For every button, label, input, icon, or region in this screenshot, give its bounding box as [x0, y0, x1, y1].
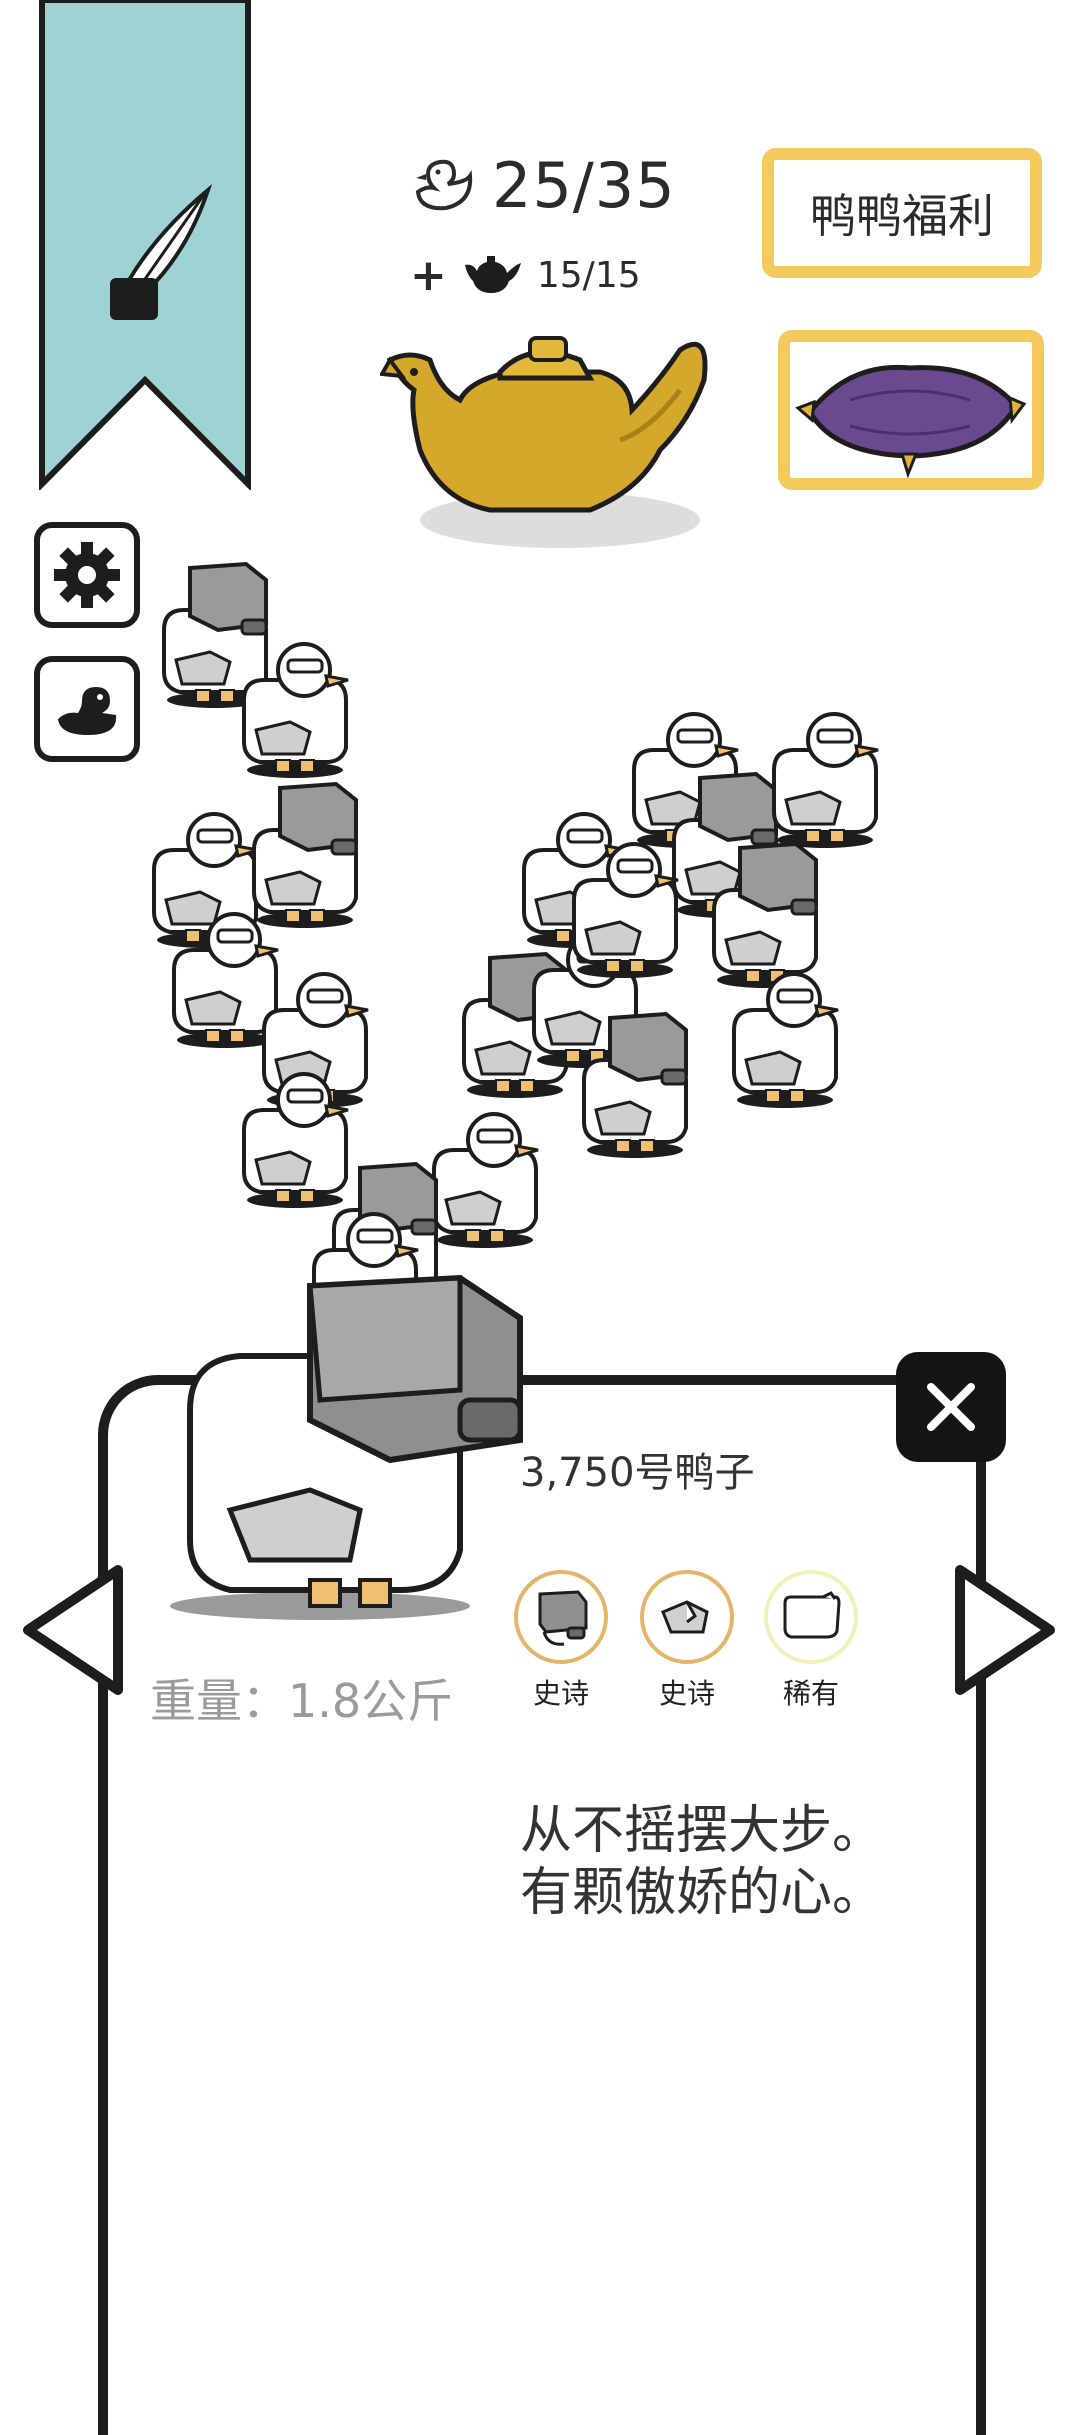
golden-duck-teapot[interactable] [380, 320, 720, 560]
description-line-1: 从不摇摆大步。 [520, 1801, 885, 1861]
close-icon [927, 1383, 975, 1431]
flock-duck[interactable] [720, 960, 850, 1110]
gear-icon [54, 542, 120, 608]
flock-duck[interactable] [570, 1010, 700, 1160]
flock-duck[interactable] [230, 630, 360, 780]
next-duck-button[interactable] [950, 1560, 1060, 1700]
duck-weight: 重量：1.8公斤 [150, 1674, 454, 1728]
flock-duck[interactable] [760, 700, 890, 850]
wing-icon [640, 1570, 734, 1664]
flock-duck[interactable] [230, 1060, 360, 1210]
description-line-2: 有颗傲娇的心。 [520, 1863, 885, 1923]
bookmark-banner[interactable] [38, 0, 252, 490]
part-wing-rarity: 史诗 [658, 1677, 715, 1710]
purple-cushion-icon [795, 364, 1027, 479]
duck-counter: 25/35 [410, 145, 676, 225]
teapot-plus: + [410, 249, 447, 301]
settings-button[interactable] [34, 522, 140, 628]
box-head-icon [514, 1570, 608, 1664]
teapot-count-value: 15/15 [536, 254, 641, 296]
flock-duck[interactable] [560, 830, 690, 980]
part-wing[interactable]: 史诗 [638, 1570, 736, 1712]
cushion-button[interactable] [778, 330, 1044, 490]
part-head[interactable]: 史诗 [512, 1570, 610, 1712]
part-head-rarity: 史诗 [532, 1677, 589, 1710]
arrow-left-icon [23, 1565, 123, 1695]
duck-welfare-button[interactable]: 鸭鸭福利 [762, 148, 1042, 278]
arrow-right-icon [955, 1565, 1055, 1695]
duck-collection-button[interactable] [34, 656, 140, 762]
duck-silhouette-icon [58, 687, 117, 735]
teapot-counter: + 15/15 [410, 245, 641, 305]
duck-count-value: 25/35 [492, 148, 676, 222]
duck-outline-icon [415, 159, 473, 211]
part-body-rarity: 稀有 [782, 1677, 839, 1710]
body-icon [764, 1570, 858, 1664]
part-body[interactable]: 稀有 [762, 1570, 860, 1712]
duck-description: 从不摇摆大步。 有颗傲娇的心。 [520, 1800, 884, 1924]
teapot-icon [464, 256, 521, 293]
duck-name: 3,750号鸭子 [520, 1450, 755, 1496]
close-button[interactable] [896, 1352, 1006, 1462]
previous-duck-button[interactable] [18, 1560, 128, 1700]
